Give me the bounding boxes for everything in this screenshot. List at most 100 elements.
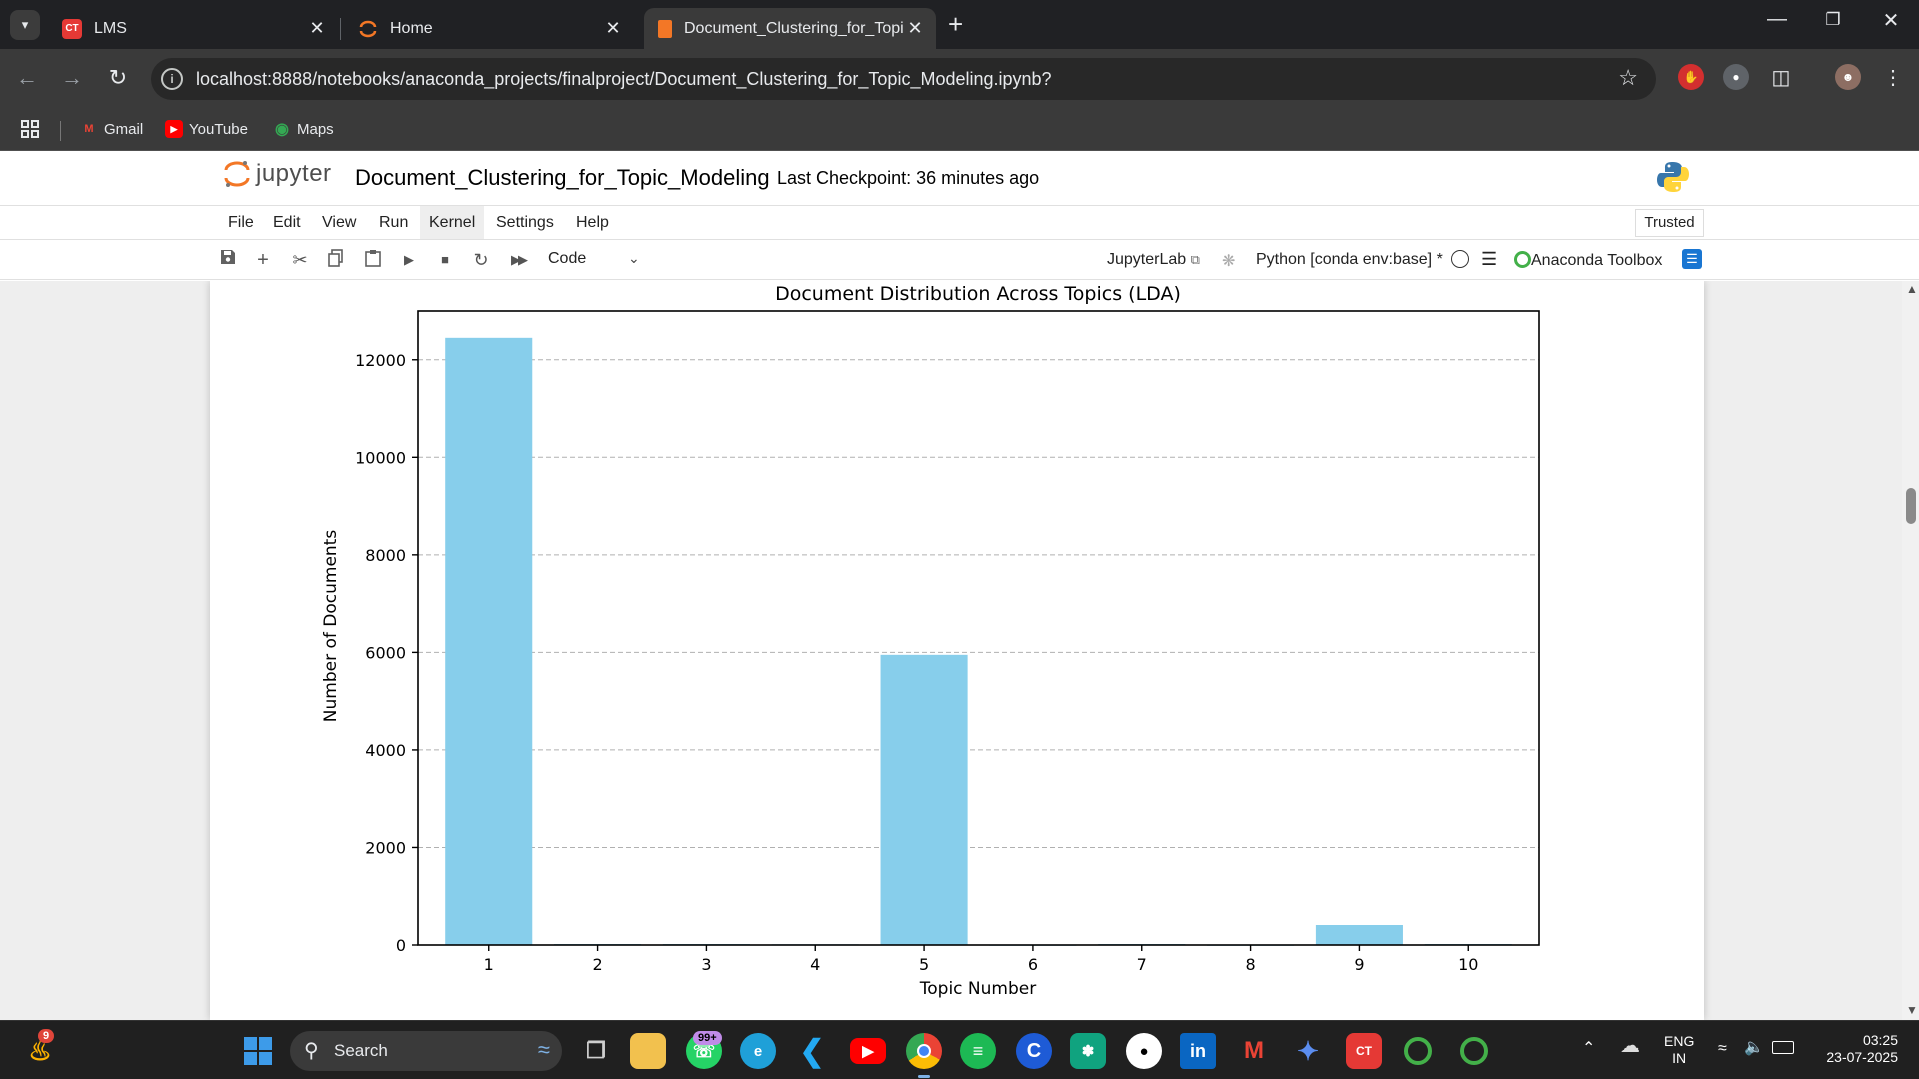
language-indicator[interactable]: ENG IN: [1664, 1033, 1694, 1067]
bookmark-star-icon[interactable]: ☆: [1618, 65, 1638, 91]
gemini-icon[interactable]: ✦: [1290, 1033, 1326, 1069]
bookmark-youtube[interactable]: ▶ YouTube: [165, 117, 248, 141]
close-tab-icon[interactable]: ✕: [904, 18, 926, 39]
menu-kernel[interactable]: Kernel: [420, 206, 485, 239]
gmail-icon: M: [84, 123, 94, 135]
windows-taskbar: ♨ 9 ⚲ Search ≈ ❐ ☏ 99+ e ❮ ▶ ≡ C ✽ ● in …: [0, 1020, 1919, 1079]
menu-view[interactable]: View: [313, 206, 365, 239]
tab-home[interactable]: Home ✕: [344, 8, 634, 49]
volume-speaker-icon[interactable]: 🔈: [1744, 1039, 1764, 1056]
new-tab-plus-icon[interactable]: +: [948, 10, 963, 38]
close-tab-icon[interactable]: ✕: [306, 18, 328, 39]
run-play-icon[interactable]: ▶: [398, 249, 420, 271]
lms-favicon-icon: CT: [62, 18, 82, 39]
github-icon[interactable]: ●: [1126, 1033, 1162, 1069]
extensions-puzzle-icon[interactable]: ◫: [1768, 64, 1794, 90]
paste-clipboard-icon[interactable]: [362, 249, 384, 271]
chevron-down-icon[interactable]: ⌄: [628, 250, 640, 267]
jupyter-logo-icon: [224, 159, 250, 189]
restart-run-all-icon[interactable]: ▶▶: [507, 249, 529, 271]
scroll-up-arrow-icon[interactable]: ▲: [1906, 282, 1918, 296]
file-explorer-icon[interactable]: [630, 1033, 666, 1069]
jupyterlab-label: JupyterLab: [1107, 251, 1187, 268]
save-icon[interactable]: [217, 249, 239, 271]
scroll-down-arrow-icon[interactable]: ▼: [1906, 1003, 1918, 1017]
lang-label: ENG: [1664, 1033, 1695, 1049]
site-info-icon[interactable]: i: [161, 68, 183, 90]
copy-icon[interactable]: [325, 249, 347, 271]
edge-browser-icon[interactable]: e: [740, 1033, 776, 1069]
close-tab-icon[interactable]: ✕: [602, 18, 624, 39]
region-label: IN: [1672, 1050, 1687, 1066]
stop-square-icon[interactable]: ■: [434, 249, 456, 271]
vscode-icon[interactable]: ❮: [794, 1033, 830, 1069]
tab-notebook[interactable]: Document_Clustering_for_Topic ✕: [644, 8, 936, 49]
x-tick-label: 6: [1028, 955, 1038, 974]
menu-settings[interactable]: Settings: [487, 206, 563, 239]
start-windows-icon[interactable]: [240, 1033, 276, 1069]
close-window-icon[interactable]: ✕: [1876, 8, 1906, 33]
menu-edit[interactable]: Edit: [264, 206, 310, 239]
restore-icon[interactable]: ❐: [1818, 10, 1848, 30]
notebook-title[interactable]: Document_Clustering_for_Topic_Modeling: [355, 165, 770, 191]
menu-run[interactable]: Run: [370, 206, 417, 239]
reload-icon[interactable]: ↻: [103, 63, 133, 93]
jupyter-logo[interactable]: jupyter: [224, 159, 332, 189]
notebook-page: Document Distribution Across Topics (LDA…: [210, 281, 1704, 1020]
notebook-scroll-area[interactable]: Document Distribution Across Topics (LDA…: [0, 281, 1919, 1020]
tab-search-chevron-icon[interactable]: ▾: [10, 10, 40, 40]
youtube-app-icon[interactable]: ▶: [850, 1038, 886, 1064]
kernel-name[interactable]: Python [conda env:base] *: [1256, 251, 1443, 269]
cell-type-select[interactable]: Code: [548, 250, 586, 268]
profile-avatar[interactable]: ☻: [1835, 64, 1861, 90]
maps-pin-icon: ◉: [275, 121, 289, 138]
battery-icon[interactable]: [1772, 1041, 1794, 1054]
menu-help[interactable]: Help: [567, 206, 618, 239]
adblock-extension-icon[interactable]: ✋: [1678, 64, 1704, 90]
bookmark-gmail[interactable]: M Gmail: [80, 117, 143, 141]
back-arrow-icon[interactable]: ←: [12, 63, 42, 93]
browser-menu-icon[interactable]: ⋮: [1880, 64, 1906, 90]
chrome-icon[interactable]: [906, 1033, 942, 1069]
tab-lms[interactable]: CT LMS ✕: [48, 8, 338, 49]
external-link-icon: ⧉: [1190, 252, 1200, 267]
scrollbar-thumb[interactable]: [1906, 488, 1916, 524]
trusted-indicator[interactable]: Trusted: [1635, 209, 1704, 237]
wifi-icon[interactable]: ≈: [1718, 1040, 1727, 1057]
chatgpt-icon[interactable]: ✽: [1070, 1033, 1106, 1069]
cut-scissors-icon[interactable]: ✂: [289, 249, 311, 271]
address-bar[interactable]: i localhost:8888/notebooks/anaconda_proj…: [151, 58, 1656, 100]
anaconda-navigator-icon[interactable]: [1456, 1033, 1492, 1069]
anaconda-toolbox-button[interactable]: Anaconda Toolbox: [1514, 251, 1662, 270]
jupyter-header: jupyter Document_Clustering_for_Topic_Mo…: [0, 151, 1919, 205]
notebook-scrollbar[interactable]: [1902, 281, 1919, 1020]
spotify-icon[interactable]: ≡: [960, 1033, 996, 1069]
menu-file[interactable]: File: [219, 206, 263, 239]
hamburger-menu-icon[interactable]: ☰: [1481, 249, 1497, 270]
lda-topic-bar-chart: Document Distribution Across Topics (LDA…: [321, 283, 1540, 999]
jupyter-logo-text: jupyter: [256, 160, 332, 187]
task-view-icon[interactable]: ❐: [578, 1033, 614, 1069]
gmail-app-icon[interactable]: M: [1236, 1033, 1272, 1069]
show-hidden-icons-chevron-icon[interactable]: ⌃: [1582, 1040, 1595, 1057]
bookmark-maps[interactable]: ◉ Maps: [273, 117, 334, 141]
linkedin-icon[interactable]: in: [1180, 1033, 1216, 1069]
insert-cell-plus-icon[interactable]: +: [252, 249, 274, 271]
url-text[interactable]: localhost:8888/notebooks/anaconda_projec…: [196, 69, 1052, 90]
clock[interactable]: 03:25 23-07-2025: [1818, 1032, 1898, 1066]
extension-bulb-icon[interactable]: ●: [1723, 64, 1749, 90]
minimize-icon[interactable]: —: [1762, 8, 1792, 31]
bookmarks-bar: M Gmail ▶ YouTube ◉ Maps: [0, 109, 1919, 151]
restart-kernel-icon[interactable]: ↻: [470, 249, 492, 271]
taskbar-search-box[interactable]: ⚲ Search ≈: [290, 1031, 562, 1071]
lms-app-icon[interactable]: CT: [1346, 1033, 1382, 1069]
anaconda-app-icon[interactable]: [1400, 1033, 1436, 1069]
c-app-icon[interactable]: C: [1016, 1033, 1052, 1069]
onedrive-cloud-icon[interactable]: ☁: [1620, 1036, 1640, 1056]
apps-grid-icon[interactable]: [20, 117, 40, 141]
toolbox-panel-icon[interactable]: ☰: [1682, 249, 1702, 269]
forward-arrow-icon[interactable]: →: [57, 63, 87, 93]
jupyterlab-link[interactable]: JupyterLab ⧉: [1107, 251, 1200, 269]
debugger-bug-icon[interactable]: ❋: [1222, 251, 1235, 271]
bar-topic-1: [445, 337, 533, 945]
